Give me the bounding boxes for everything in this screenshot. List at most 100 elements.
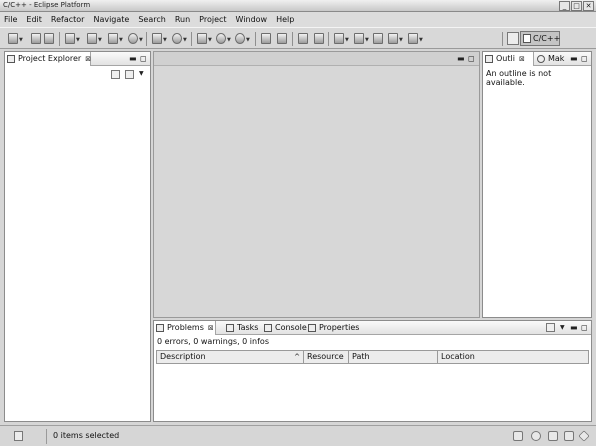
status-bar: 0 items selected	[0, 425, 596, 446]
toggle-block-icon[interactable]	[314, 33, 324, 44]
outline-header: Outli ⊠ Mak ▬ ◻	[483, 52, 591, 66]
problems-header: Problems ⊠ Tasks Console Properties ▼ ▬ ◻	[154, 321, 591, 335]
tray-back-icon[interactable]	[513, 431, 523, 441]
tray-image-icon[interactable]	[548, 431, 558, 441]
maximize-icon[interactable]: ◻	[581, 323, 588, 332]
tab-console-label: Console	[275, 323, 307, 332]
view-menu-icon[interactable]: ▼	[139, 69, 144, 78]
forward-dropdown-icon[interactable]: ▼	[419, 37, 423, 43]
search-icon[interactable]	[172, 33, 182, 44]
open-perspective-icon[interactable]	[507, 32, 519, 45]
perspective-cpp-button[interactable]: C/C++	[520, 31, 560, 46]
filter-icon[interactable]	[546, 323, 555, 332]
next-annotation-icon[interactable]	[334, 33, 344, 44]
save-icon[interactable]	[31, 33, 41, 44]
toolbar-separator	[255, 32, 256, 46]
new-icon[interactable]	[8, 33, 18, 44]
toolbar-separator	[292, 32, 293, 46]
tray-people-icon[interactable]	[564, 431, 574, 441]
tab-make-targets[interactable]: Mak	[535, 52, 567, 66]
previous-annotation-dropdown-icon[interactable]: ▼	[365, 37, 369, 43]
menu-bar: File Edit Refactor Navigate Search Run P…	[0, 12, 596, 27]
run-icon[interactable]	[216, 33, 226, 44]
new-class-icon[interactable]	[108, 33, 118, 44]
last-edit-icon[interactable]	[373, 33, 383, 44]
debug-dropdown-icon[interactable]: ▼	[208, 37, 212, 43]
column-resource[interactable]: Resource	[304, 351, 349, 363]
new-file-icon[interactable]	[128, 33, 138, 44]
new-project-dropdown-icon[interactable]: ▼	[98, 37, 102, 43]
tab-outline[interactable]: Outli ⊠	[483, 52, 534, 66]
make-targets-icon	[537, 55, 545, 63]
search-dropdown-icon[interactable]: ▼	[183, 37, 187, 43]
window-minimize-button[interactable]: _	[559, 1, 570, 11]
window-maximize-button[interactable]: □	[571, 1, 582, 11]
tab-problems[interactable]: Problems ⊠	[154, 321, 216, 335]
editor-minimize-icon[interactable]: ▬	[457, 54, 465, 63]
forward-icon[interactable]	[408, 33, 418, 44]
close-icon[interactable]: ⊠	[85, 55, 91, 63]
build-dropdown-icon[interactable]: ▼	[76, 37, 80, 43]
outline-message: An outline is not available.	[486, 69, 552, 87]
new-project-icon[interactable]	[87, 33, 97, 44]
next-annotation-dropdown-icon[interactable]: ▼	[345, 37, 349, 43]
tab-tasks[interactable]: Tasks	[224, 321, 262, 335]
properties-icon	[308, 324, 316, 332]
maximize-icon[interactable]: ◻	[140, 54, 147, 63]
menu-refactor[interactable]: Refactor	[51, 15, 85, 24]
back-icon[interactable]	[388, 33, 398, 44]
window-close-button[interactable]: ✕	[583, 1, 594, 11]
fast-view-icon[interactable]	[14, 431, 23, 441]
run-dropdown-icon[interactable]: ▼	[227, 37, 231, 43]
open-type-icon[interactable]	[152, 33, 162, 44]
tab-project-explorer[interactable]: Project Explorer ⊠	[5, 52, 91, 66]
toggle-mark-icon[interactable]	[298, 33, 308, 44]
view-menu-icon[interactable]: ▼	[560, 323, 565, 332]
menu-navigate[interactable]: Navigate	[93, 15, 129, 24]
open-type-dropdown-icon[interactable]: ▼	[163, 37, 167, 43]
debug-icon[interactable]	[197, 33, 207, 44]
link-editor-icon[interactable]	[125, 70, 134, 79]
new-class-dropdown-icon[interactable]: ▼	[119, 37, 123, 43]
tray-progress-icon[interactable]	[531, 431, 541, 441]
outline-icon	[485, 55, 493, 63]
minimize-icon[interactable]: ▬	[129, 54, 137, 63]
tab-console[interactable]: Console	[262, 321, 307, 335]
toolbar-separator	[146, 32, 147, 46]
tab-properties[interactable]: Properties	[306, 321, 359, 335]
problems-view: Problems ⊠ Tasks Console Properties ▼ ▬ ◻…	[153, 320, 592, 422]
external-tools-icon[interactable]	[235, 33, 245, 44]
menu-help[interactable]: Help	[276, 15, 294, 24]
back-dropdown-icon[interactable]: ▼	[399, 37, 403, 43]
previous-annotation-icon[interactable]	[354, 33, 364, 44]
new-dropdown-icon[interactable]: ▼	[19, 37, 23, 43]
maximize-icon[interactable]: ◻	[581, 54, 588, 63]
menu-search[interactable]: Search	[138, 15, 165, 24]
menu-window[interactable]: Window	[236, 15, 268, 24]
close-icon[interactable]: ⊠	[208, 324, 214, 332]
column-description-label: Description	[160, 352, 206, 361]
open-element-icon[interactable]	[261, 33, 271, 44]
status-text: 0 items selected	[53, 431, 120, 440]
sort-ascending-icon: ^	[294, 353, 300, 361]
column-path[interactable]: Path	[349, 351, 438, 363]
tray-diamond-icon[interactable]	[578, 430, 590, 442]
collapse-all-icon[interactable]	[111, 70, 120, 79]
column-location[interactable]: Location	[438, 351, 588, 363]
editor-maximize-icon[interactable]: ◻	[468, 54, 475, 63]
build-icon[interactable]	[65, 33, 75, 44]
problems-summary: 0 errors, 0 warnings, 0 infos	[157, 337, 269, 346]
print-icon[interactable]	[44, 33, 54, 44]
tab-make-label: Mak	[548, 54, 565, 63]
minimize-icon[interactable]: ▬	[570, 54, 578, 63]
menu-edit[interactable]: Edit	[26, 15, 42, 24]
menu-project[interactable]: Project	[199, 15, 226, 24]
pin-icon[interactable]	[277, 33, 287, 44]
menu-run[interactable]: Run	[175, 15, 190, 24]
minimize-icon[interactable]: ▬	[570, 323, 578, 332]
column-description[interactable]: Description ^	[157, 351, 304, 363]
menu-file[interactable]: File	[4, 15, 17, 24]
external-tools-dropdown-icon[interactable]: ▼	[246, 37, 250, 43]
new-file-dropdown-icon[interactable]: ▼	[139, 37, 143, 43]
close-icon[interactable]: ⊠	[519, 55, 525, 63]
